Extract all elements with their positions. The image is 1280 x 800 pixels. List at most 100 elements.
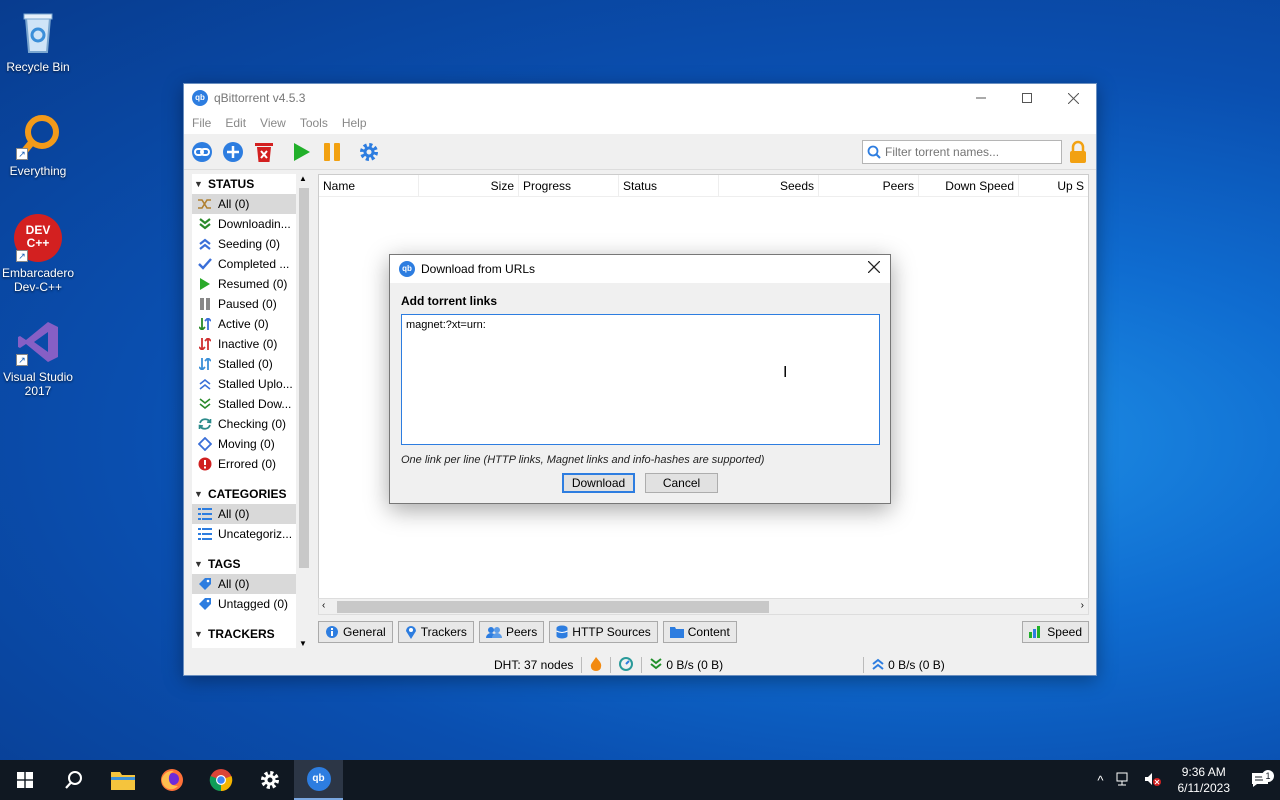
chrome-button[interactable] — [196, 760, 245, 800]
column-progress[interactable]: Progress — [519, 175, 619, 196]
status-bar: DHT: 37 nodes 0 B/s (0 B) 0 B/s (0 B) — [184, 655, 1096, 675]
tab-http-sources[interactable]: HTTP Sources — [549, 621, 658, 643]
column-seeds[interactable]: Seeds — [719, 175, 819, 196]
sidebar-item-status[interactable]: Paused (0) — [192, 294, 312, 314]
sidebar-item-status[interactable]: Stalled Dow... — [192, 394, 312, 414]
clock[interactable]: 9:36 AM 6/11/2023 — [1168, 764, 1241, 796]
title-bar[interactable]: qb qBittorrent v4.5.3 — [184, 84, 1096, 112]
column-status[interactable]: Status — [619, 175, 719, 196]
tab-speed[interactable]: Speed — [1022, 621, 1089, 643]
network-icon[interactable] — [1110, 772, 1138, 789]
sidebar-item-status[interactable]: All (0) — [192, 194, 312, 214]
sidebar-item-status[interactable]: Stalled (0) — [192, 354, 312, 374]
sidebar-item-status[interactable]: Downloadin... — [192, 214, 312, 234]
list-horizontal-scrollbar[interactable]: ‹ › — [318, 598, 1089, 615]
play-icon — [196, 278, 214, 290]
minimize-button[interactable] — [958, 84, 1004, 112]
speed-limit-icon[interactable] — [619, 656, 634, 674]
stalled-upload-icon — [196, 378, 214, 390]
menu-tools[interactable]: Tools — [300, 116, 328, 130]
chevron-up-icon[interactable]: ^ — [1091, 773, 1109, 788]
link-icon — [192, 141, 212, 162]
scroll-down-icon[interactable]: ▼ — [299, 639, 307, 648]
add-torrent-file-button[interactable] — [219, 138, 247, 166]
tab-trackers[interactable]: Trackers — [397, 621, 474, 643]
sidebar-item-status[interactable]: Errored (0) — [192, 454, 312, 474]
add-link-button[interactable] — [188, 138, 216, 166]
torrent-links-textarea[interactable]: magnet:?xt=urn: — [401, 314, 880, 445]
download-button[interactable]: Download — [562, 473, 635, 493]
column-size[interactable]: Size — [419, 175, 519, 196]
sidebar-item-status[interactable]: Active (0) — [192, 314, 312, 334]
lock-icon — [1070, 140, 1086, 163]
dialog-title-bar[interactable]: qb Download from URLs — [390, 255, 890, 283]
qbittorrent-taskbar-button[interactable]: qb — [294, 760, 343, 800]
search-button[interactable] — [49, 760, 98, 800]
status-section-header[interactable]: ▼ STATUS — [192, 174, 312, 194]
close-window-button[interactable] — [1050, 84, 1096, 112]
delete-torrent-button[interactable] — [250, 138, 278, 166]
inactive-icon — [196, 338, 214, 350]
column-name[interactable]: Name — [319, 175, 419, 196]
scroll-up-icon[interactable]: ▲ — [299, 174, 307, 183]
shortcut-arrow-icon: ↗ — [16, 148, 28, 160]
tags-section-header[interactable]: ▼ TAGS — [192, 554, 312, 574]
settings-button[interactable] — [245, 760, 294, 800]
sidebar-item-status[interactable]: Stalled Uplo... — [192, 374, 312, 394]
menu-help[interactable]: Help — [342, 116, 367, 130]
text-cursor-icon: I — [783, 364, 788, 381]
menu-view[interactable]: View — [260, 116, 286, 130]
categories-section-header[interactable]: ▼ CATEGORIES — [192, 484, 312, 504]
file-explorer-button[interactable] — [98, 760, 147, 800]
volume-muted-icon[interactable] — [1138, 772, 1168, 789]
menu-file[interactable]: File — [192, 116, 211, 130]
location-pin-icon — [405, 625, 417, 639]
lock-button[interactable] — [1066, 138, 1090, 166]
scroll-right-icon[interactable]: › — [1081, 600, 1084, 611]
sidebar-item-untagged[interactable]: Untagged (0) — [192, 594, 312, 614]
dialog-close-button[interactable] — [858, 260, 890, 278]
start-button[interactable] — [0, 760, 49, 800]
desktop-icon-recycle-bin[interactable]: Recycle Bin — [0, 8, 76, 74]
desktop-icon-everything[interactable]: ↗ Everything — [0, 112, 76, 178]
tab-content[interactable]: Content — [662, 621, 737, 643]
maximize-button[interactable] — [1004, 84, 1050, 112]
sidebar-item-status[interactable]: Completed ... — [192, 254, 312, 274]
desktop-icon-label: Embarcadero Dev-C++ — [1, 266, 75, 294]
column-peers[interactable]: Peers — [819, 175, 919, 196]
sidebar-scrollbar[interactable]: ▲ ▼ — [296, 174, 312, 648]
sidebar-item-status[interactable]: Seeding (0) — [192, 234, 312, 254]
tab-peers[interactable]: Peers — [478, 621, 545, 643]
sidebar-item-tag-all[interactable]: All (0) — [192, 574, 312, 594]
flame-icon[interactable] — [590, 656, 602, 674]
firefox-button[interactable] — [147, 760, 196, 800]
menu-edit[interactable]: Edit — [225, 116, 246, 130]
tag-icon — [196, 597, 214, 611]
sidebar-item-uncategorized[interactable]: Uncategoriz... — [192, 524, 312, 544]
sidebar-scroll-thumb[interactable] — [299, 188, 309, 568]
resume-button[interactable] — [287, 138, 315, 166]
column-up-speed[interactable]: Up S — [1019, 175, 1088, 196]
tab-general[interactable]: General — [318, 621, 393, 643]
sidebar-item-status[interactable]: Resumed (0) — [192, 274, 312, 294]
sidebar-item-label: Checking (0) — [218, 417, 287, 431]
desktop-icon-dev-cpp[interactable]: DEV C++ ↗ Embarcadero Dev-C++ — [0, 214, 76, 294]
options-button[interactable] — [355, 138, 383, 166]
cancel-button[interactable]: Cancel — [645, 473, 718, 493]
sidebar-item-status[interactable]: Moving (0) — [192, 434, 312, 454]
filter-box[interactable] — [862, 139, 1062, 164]
list-scroll-thumb[interactable] — [337, 601, 769, 613]
column-down-speed[interactable]: Down Speed — [919, 175, 1019, 196]
sidebar-item-status[interactable]: Checking (0) — [192, 414, 312, 434]
pause-button[interactable] — [318, 138, 346, 166]
properties-tabs: General Trackers Peers HTTP Sources Cont… — [318, 621, 1089, 645]
desktop-icon-visual-studio[interactable]: ↗ Visual Studio 2017 — [0, 318, 76, 398]
scroll-left-icon[interactable]: ‹ — [322, 600, 325, 611]
filter-input[interactable] — [885, 144, 1055, 159]
active-icon — [196, 318, 214, 330]
trackers-section-header[interactable]: ▼ TRACKERS — [192, 624, 312, 644]
sidebar-item-status[interactable]: Inactive (0) — [192, 334, 312, 354]
notifications-button[interactable]: 1 — [1240, 770, 1280, 788]
dev-cpp-icon: DEV C++ ↗ — [14, 214, 62, 262]
sidebar-item-category-all[interactable]: All (0) — [192, 504, 312, 524]
